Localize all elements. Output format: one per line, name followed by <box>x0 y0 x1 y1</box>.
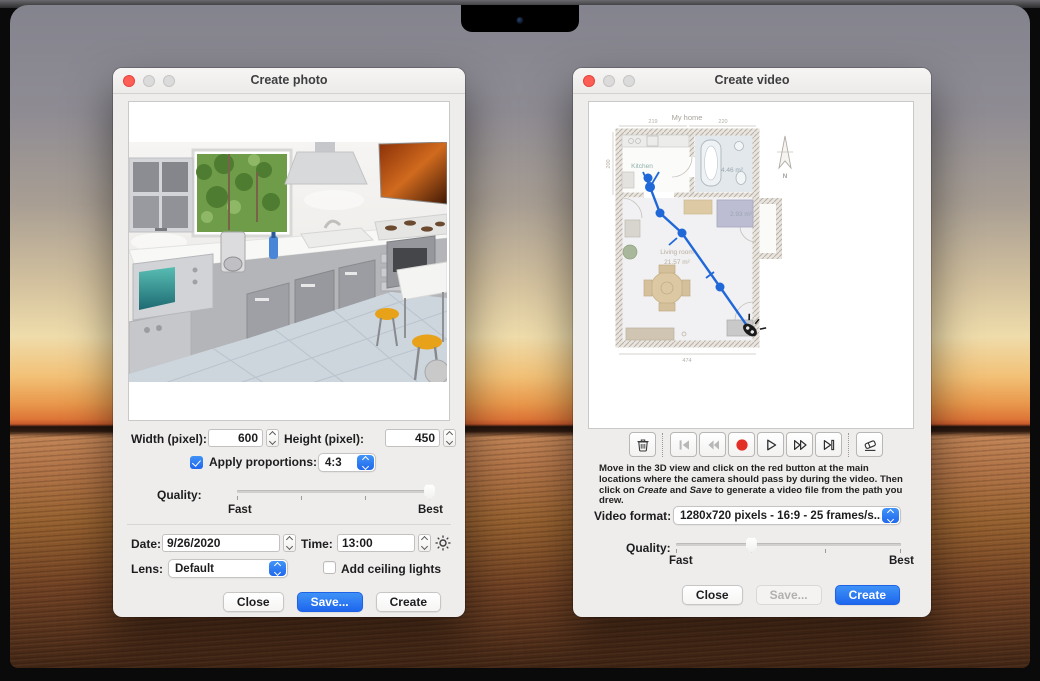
skip-end-icon <box>821 437 837 453</box>
video-quality-label: Quality: <box>626 541 671 555</box>
svg-text:4.46 m²: 4.46 m² <box>721 167 744 174</box>
photo-title-bar[interactable]: Create photo <box>113 68 465 94</box>
svg-text:2.93 m²: 2.93 m² <box>730 211 753 218</box>
video-best-label: Best <box>889 555 914 567</box>
video-instructions: Move in the 3D view and click on the red… <box>599 464 911 507</box>
ceiling-lights-label: Add ceiling lights <box>341 562 441 576</box>
date-label: Date: <box>131 537 161 551</box>
slider-track[interactable] <box>237 490 430 493</box>
chevron-up-down-icon <box>269 561 286 576</box>
trash-icon <box>635 437 651 453</box>
height-label: Height (pixel): <box>284 432 364 446</box>
proportions-select[interactable]: 4:3 <box>318 453 376 472</box>
lens-label: Lens: <box>131 562 163 576</box>
photo-best-label: Best <box>418 504 443 516</box>
video-quality-slider[interactable] <box>676 538 901 558</box>
rewind-icon <box>705 437 721 453</box>
photo-preview-image <box>129 142 447 382</box>
record-button[interactable] <box>728 432 755 457</box>
kitchen-label: Kitchen <box>631 163 653 170</box>
svg-text:21.57 m²: 21.57 m² <box>664 259 690 266</box>
skip-start-icon <box>676 437 692 453</box>
window-title: Create photo <box>113 73 465 87</box>
time-stepper[interactable] <box>418 534 431 552</box>
svg-text:220: 220 <box>718 119 727 125</box>
play-icon <box>763 437 779 453</box>
video-format-value: 1280x720 pixels - 16:9 - 25 frames/s... <box>674 510 881 522</box>
fast-forward-icon <box>792 437 808 453</box>
delete-path-button[interactable] <box>629 432 656 457</box>
chevron-up-down-icon <box>357 455 374 470</box>
photo-preview-panel <box>128 101 450 421</box>
time-input[interactable] <box>337 534 415 552</box>
apply-proportions-checkbox[interactable] <box>190 456 203 469</box>
skip-to-start-button[interactable] <box>670 432 697 457</box>
height-stepper[interactable] <box>443 429 456 447</box>
toolbar-separator <box>662 433 664 457</box>
play-button[interactable] <box>757 432 784 457</box>
lens-value: Default <box>169 563 268 575</box>
svg-text:N: N <box>783 173 788 180</box>
photo-quality-label: Quality: <box>157 488 202 502</box>
eraser-icon <box>862 437 878 453</box>
svg-text:219: 219 <box>648 119 657 125</box>
lens-select[interactable]: Default <box>168 559 288 578</box>
svg-text:474: 474 <box>682 358 691 364</box>
close-button[interactable]: Close <box>682 585 743 605</box>
video-title-bar[interactable]: Create video <box>573 68 931 94</box>
close-button[interactable]: Close <box>223 592 284 612</box>
width-label: Width (pixel): <box>131 432 207 446</box>
slider-track[interactable] <box>676 543 901 546</box>
rewind-button[interactable] <box>699 432 726 457</box>
plan-preview-panel: N My home 219 220 474 200 Kitchen 4.46 m… <box>588 101 914 429</box>
photo-fast-label: Fast <box>228 504 252 516</box>
slider-ticks <box>676 549 901 553</box>
slider-ticks <box>237 496 430 500</box>
toolbar-separator <box>848 433 850 457</box>
date-stepper[interactable] <box>283 534 296 552</box>
apply-proportions-label: Apply proportions: <box>209 455 317 469</box>
video-path-toolbar <box>629 432 885 457</box>
sun-icon <box>435 535 451 551</box>
time-label: Time: <box>301 537 333 551</box>
floor-plan-preview: N My home 219 220 474 200 Kitchen 4.46 m… <box>589 102 911 426</box>
divider <box>127 524 451 525</box>
create-button[interactable]: Create <box>835 585 900 605</box>
photo-quality-slider[interactable] <box>237 485 430 505</box>
record-icon <box>734 437 750 453</box>
width-input[interactable] <box>208 429 263 447</box>
window-title: Create video <box>573 73 931 87</box>
fast-forward-button[interactable] <box>786 432 813 457</box>
video-fast-label: Fast <box>669 555 693 567</box>
skip-to-end-button[interactable] <box>815 432 842 457</box>
create-photo-window: Create photo <box>113 68 465 617</box>
chevron-up-down-icon <box>882 508 899 523</box>
svg-text:200: 200 <box>606 159 612 168</box>
date-input[interactable] <box>162 534 280 552</box>
create-button[interactable]: Create <box>376 592 441 612</box>
notch <box>461 5 579 32</box>
desktop-wallpaper: Create photo <box>10 5 1030 668</box>
plan-title: My home <box>672 113 703 122</box>
save-button[interactable]: Save... <box>756 585 822 605</box>
create-video-window: Create video <box>573 68 931 617</box>
ceiling-lights-checkbox[interactable] <box>323 561 336 574</box>
video-format-label: Video format: <box>594 509 671 523</box>
height-input[interactable] <box>385 429 440 447</box>
save-button[interactable]: Save... <box>297 592 363 612</box>
video-button-row: Close Save... Create <box>682 585 900 605</box>
proportions-value: 4:3 <box>319 457 356 469</box>
webcam-dot <box>517 17 524 24</box>
erase-path-button[interactable] <box>856 432 883 457</box>
svg-text:Living room: Living room <box>660 249 694 256</box>
video-format-select[interactable]: 1280x720 pixels - 16:9 - 25 frames/s... <box>673 506 901 525</box>
photo-button-row: Close Save... Create <box>223 592 441 612</box>
width-stepper[interactable] <box>266 429 279 447</box>
